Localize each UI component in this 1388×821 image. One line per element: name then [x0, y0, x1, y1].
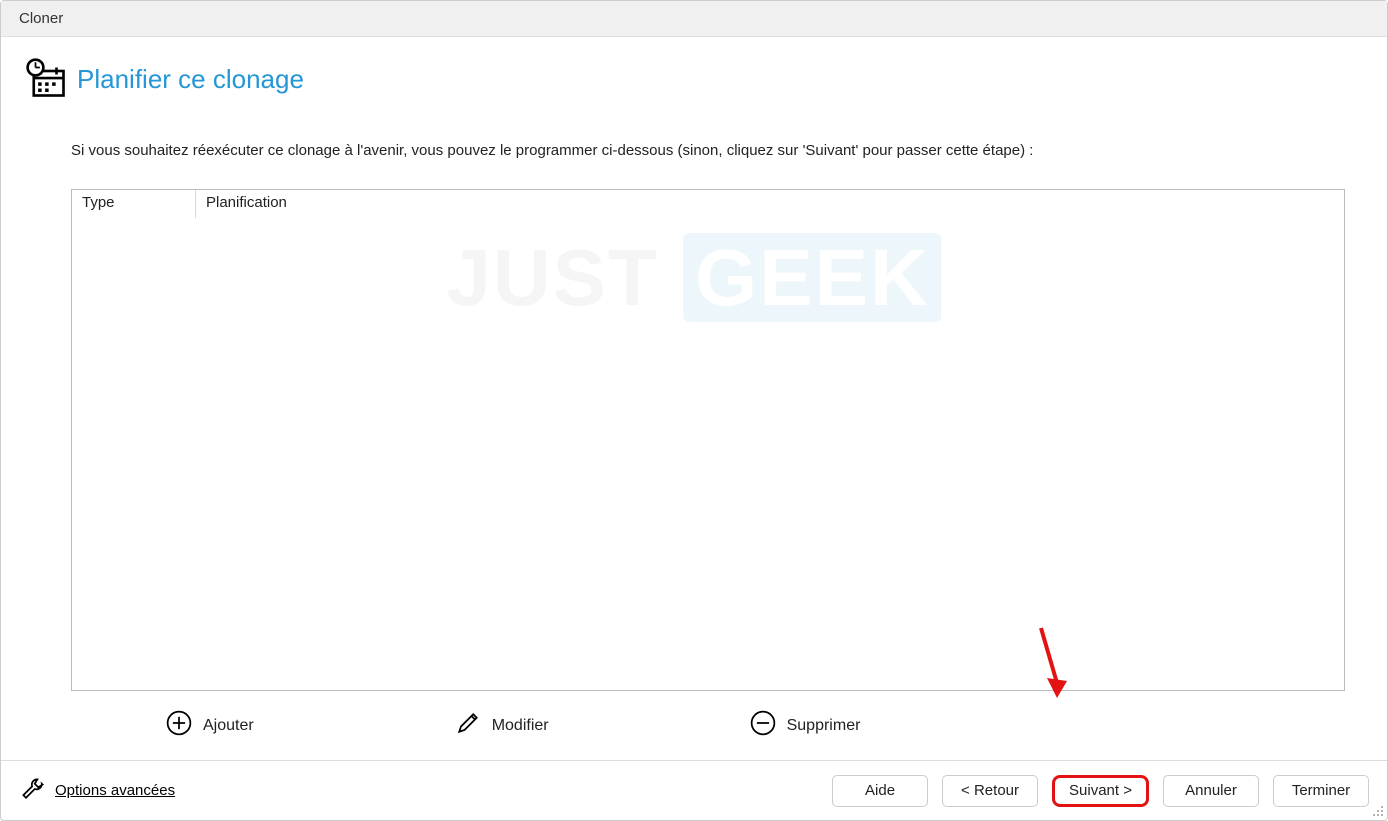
delete-label: Supprimer [787, 717, 861, 735]
page-title: Planifier ce clonage [77, 64, 304, 95]
table-header: Type Planification [72, 190, 1344, 218]
finish-button[interactable]: Terminer [1273, 775, 1369, 807]
next-button[interactable]: Suivant > [1052, 775, 1149, 807]
main-content: Planifier ce clonage Si vous souhaitez r… [1, 37, 1387, 760]
edit-label: Modifier [492, 717, 549, 735]
edit-button[interactable]: Modifier [454, 709, 549, 742]
instruction-text: Si vous souhaitez réexécuter ce clonage … [71, 142, 1363, 159]
action-buttons-row: Ajouter Modifier Supprimer [165, 709, 1363, 742]
add-button[interactable]: Ajouter [165, 709, 254, 742]
pencil-icon [454, 709, 482, 742]
plus-circle-icon [165, 709, 193, 742]
wizard-buttons: Aide < Retour Suivant > Annuler Terminer [832, 775, 1369, 807]
add-label: Ajouter [203, 717, 254, 735]
window-titlebar: Cloner [1, 1, 1387, 37]
cancel-button[interactable]: Annuler [1163, 775, 1259, 807]
advanced-options-label: Options avancées [55, 782, 175, 799]
minus-circle-icon [749, 709, 777, 742]
column-type[interactable]: Type [72, 190, 196, 218]
window-title: Cloner [19, 10, 63, 27]
page-header: Planifier ce clonage [25, 57, 1363, 102]
schedule-table[interactable]: Type Planification [71, 189, 1345, 691]
column-planification[interactable]: Planification [196, 190, 1344, 218]
delete-button[interactable]: Supprimer [749, 709, 861, 742]
back-button[interactable]: < Retour [942, 775, 1038, 807]
advanced-options-link[interactable]: Options avancées [19, 775, 175, 806]
wrench-icon [19, 775, 47, 806]
footer-bar: Options avancées Aide < Retour Suivant >… [1, 760, 1387, 820]
schedule-clock-icon [25, 57, 67, 102]
help-button[interactable]: Aide [832, 775, 928, 807]
